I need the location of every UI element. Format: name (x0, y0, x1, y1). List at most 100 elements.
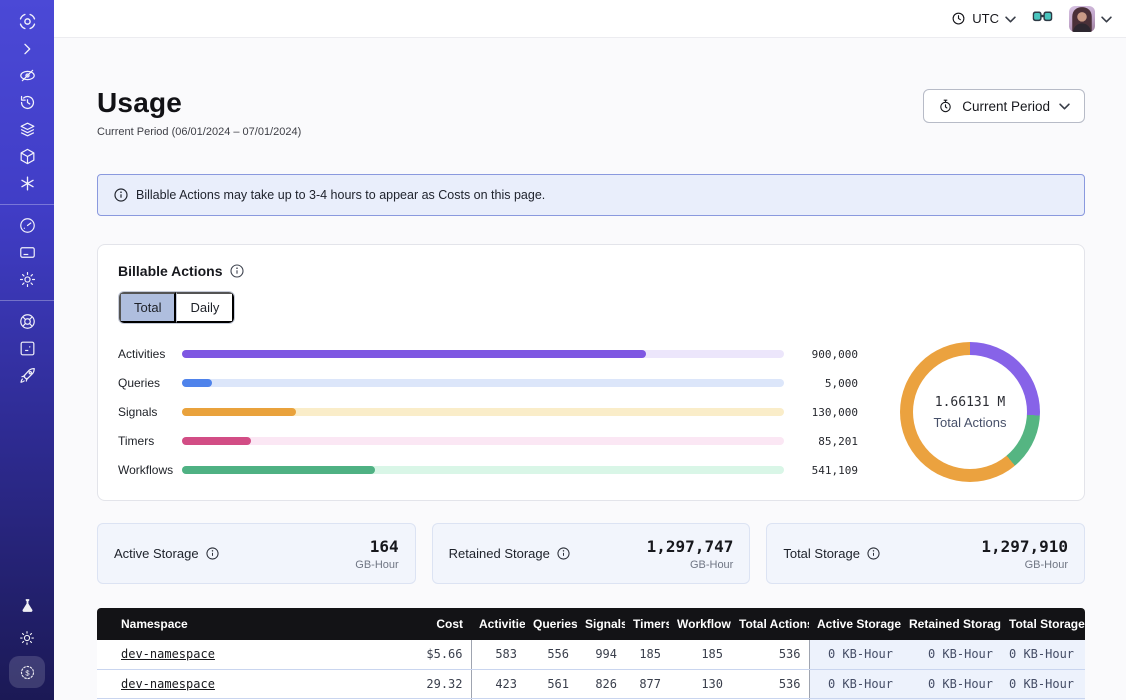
history-retry-icon[interactable] (9, 89, 45, 116)
lab-flask-icon[interactable] (9, 592, 45, 619)
tab-daily[interactable]: Daily (176, 292, 234, 323)
bar-track (182, 408, 784, 416)
bar-value: 541,109 (800, 464, 858, 477)
info-icon[interactable] (230, 264, 244, 278)
rocket-icon[interactable] (9, 362, 45, 389)
cell-retained_storage: 0 KB-Hour (901, 640, 1001, 669)
chevron-down-icon (1101, 10, 1112, 28)
cell-retained_storage: 0 KB-Hour (901, 669, 1001, 698)
billable-actions-title: Billable Actions (118, 263, 1064, 279)
table-row: dev-namespace29.324235618268771305360 KB… (97, 669, 1085, 698)
gauge-icon[interactable] (9, 212, 45, 239)
table-header: NamespaceCostActivitiesQueriesSignalsTim… (97, 608, 1085, 640)
page-content: Usage Current Period (06/01/2024 – 07/01… (54, 38, 1126, 700)
user-avatar (1069, 6, 1095, 32)
info-icon[interactable] (206, 547, 219, 560)
bar-label: Workflows (118, 463, 182, 477)
cell-active_storage: 0 KB-Hour (809, 640, 901, 669)
temporal-logo-icon[interactable] (9, 8, 45, 35)
table-row: dev-namespace$5.665835569941851855360 KB… (97, 640, 1085, 669)
column-header-signals: Signals (577, 608, 625, 640)
storage-card-value: 1,297,747 (647, 537, 734, 556)
asterisk-icon[interactable] (9, 170, 45, 197)
chevron-down-icon (1005, 11, 1016, 26)
info-icon[interactable] (867, 547, 880, 560)
billable-chart: Activities900,000Queries5,000Signals130,… (118, 342, 1064, 482)
storage-card-unit: GB-Hour (981, 559, 1068, 571)
bar-row-workflows: Workflows 541,109 (118, 463, 858, 477)
total-actions-donut: 1.66131 M Total Actions (876, 342, 1064, 482)
info-icon (114, 188, 128, 202)
billable-view-tabs: TotalDaily (118, 291, 235, 324)
docs-terminal-icon[interactable] (9, 335, 45, 362)
storage-card-unit: GB-Hour (355, 559, 398, 571)
chevron-right-icon[interactable] (9, 35, 45, 62)
column-header-namespace: Namespace (97, 608, 375, 640)
main-area: UTC Usage Current Per (54, 0, 1126, 700)
cell-total_actions: 536 (731, 640, 809, 669)
bar-label: Signals (118, 405, 182, 419)
cell-cost: $5.66 (375, 640, 471, 669)
bar-fill (182, 437, 251, 445)
column-header-total_actions: Total Actions (731, 608, 809, 640)
column-header-activities: Activities (471, 608, 525, 640)
layers-icon[interactable] (9, 116, 45, 143)
cell-activities: 423 (471, 669, 525, 698)
storage-card-value: 1,297,910 (981, 537, 1068, 556)
theme-sun-icon[interactable] (9, 624, 45, 651)
bar-value: 900,000 (800, 348, 858, 361)
settings-gear-icon[interactable] (9, 266, 45, 293)
user-menu[interactable] (1069, 6, 1112, 32)
tab-total[interactable]: Total (119, 292, 176, 323)
billable-actions-card: Billable Actions TotalDaily Activities 90… (97, 244, 1085, 501)
cell-workflows: 130 (669, 669, 731, 698)
period-button-label: Current Period (962, 99, 1050, 114)
timezone-label: UTC (972, 11, 999, 26)
cube-icon[interactable] (9, 143, 45, 170)
donut-ring: 1.66131 M Total Actions (900, 342, 1040, 482)
column-header-workflows: Workflows (669, 608, 731, 640)
cell-total_storage: 0 KB-Hour (1001, 640, 1085, 669)
info-icon[interactable] (557, 547, 570, 560)
bar-fill (182, 379, 212, 387)
column-header-timers: Timers (625, 608, 669, 640)
cell-queries: 561 (525, 669, 577, 698)
cell-total_storage: 0 KB-Hour (1001, 669, 1085, 698)
cell-namespace: dev-namespace (97, 669, 375, 698)
cell-timers: 185 (625, 640, 669, 669)
storage-card-label: Retained Storage (449, 546, 570, 561)
svg-text:$: $ (25, 668, 30, 677)
period-selector-button[interactable]: Current Period (923, 89, 1085, 123)
bar-label: Queries (118, 376, 182, 390)
cell-cost: 29.32 (375, 669, 471, 698)
column-header-queries: Queries (525, 608, 577, 640)
billing-card-icon[interactable] (9, 239, 45, 266)
cell-signals: 994 (577, 640, 625, 669)
bar-track (182, 466, 784, 474)
sidebar-nav: $ (0, 0, 54, 700)
usage-dollar-icon[interactable]: $ (9, 656, 45, 688)
cell-active_storage: 0 KB-Hour (809, 669, 901, 698)
namespace-link[interactable]: dev-namespace (121, 677, 215, 691)
clock-icon (951, 11, 966, 26)
bar-value: 85,201 (800, 435, 858, 448)
support-lifebuoy-icon[interactable] (9, 308, 45, 335)
topbar: UTC (54, 0, 1126, 38)
page-subtitle: Current Period (06/01/2024 – 07/01/2024) (97, 126, 301, 138)
column-header-total_storage: Total Storage (1001, 608, 1085, 640)
total-storage-card: Total Storage 1,297,910GB-Hour (766, 523, 1085, 584)
namespace-link[interactable]: dev-namespace (121, 647, 215, 661)
chevron-down-icon (1059, 103, 1070, 110)
bar-row-timers: Timers85,201 (118, 434, 858, 448)
page-title: Usage (97, 87, 301, 119)
sidebar-divider (0, 204, 54, 205)
column-header-cost: Cost (375, 608, 471, 640)
cell-namespace: dev-namespace (97, 640, 375, 669)
goggles-icon[interactable] (1032, 10, 1053, 28)
bar-row-activities: Activities 900,000 (118, 347, 858, 361)
timezone-selector[interactable]: UTC (951, 11, 1016, 26)
bar-track (182, 437, 784, 445)
cell-workflows: 185 (669, 640, 731, 669)
eye-icon[interactable] (9, 62, 45, 89)
bar-label: Activities (118, 347, 182, 361)
